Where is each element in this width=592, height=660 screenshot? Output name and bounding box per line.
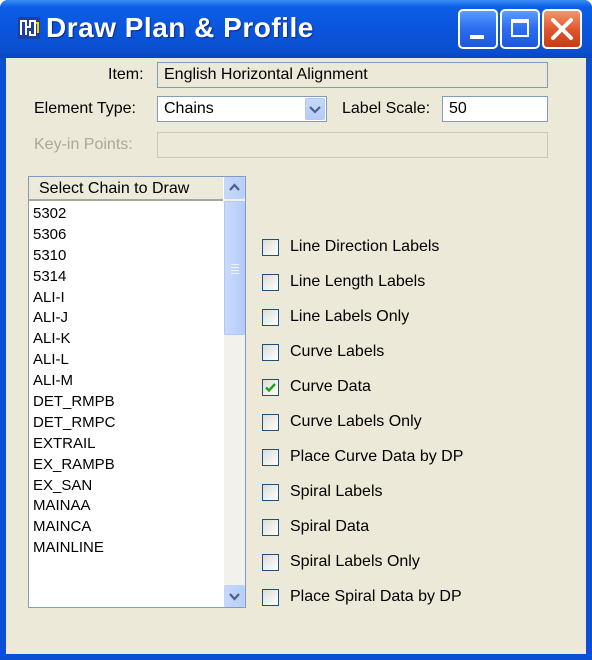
item-label: Item: <box>108 66 144 83</box>
keyin-points-field <box>157 132 548 158</box>
list-item[interactable]: 5310 <box>31 246 223 267</box>
scroll-down-button[interactable] <box>224 585 245 607</box>
chevron-down-icon <box>309 106 321 114</box>
checkbox[interactable] <box>262 239 279 256</box>
window-title: Draw Plan & Profile <box>46 12 314 43</box>
checkbox-label: Curve Labels <box>290 343 385 360</box>
checkbox-label: Line Direction Labels <box>290 238 440 255</box>
chain-listbox[interactable]: Select Chain to Draw 5302 5306 5310 5314… <box>28 176 246 608</box>
checkbox[interactable] <box>262 519 279 536</box>
checkbox[interactable] <box>262 414 279 431</box>
checkbox[interactable] <box>262 344 279 361</box>
close-icon <box>551 18 573 40</box>
checkbox[interactable] <box>262 589 279 606</box>
minimize-button[interactable] <box>458 9 498 49</box>
checkbox-label: Place Spiral Data by DP <box>290 588 462 605</box>
grip-line <box>231 264 239 265</box>
maximize-button[interactable] <box>500 9 540 49</box>
list-item[interactable]: MAINCA <box>31 517 223 538</box>
list-item[interactable]: DET_RMPC <box>31 413 223 434</box>
maximize-icon <box>511 19 529 37</box>
minimize-icon <box>470 35 484 39</box>
checkbox[interactable] <box>262 449 279 466</box>
element-type-select[interactable]: Chains <box>157 96 327 122</box>
checkbox[interactable] <box>262 484 279 501</box>
element-type-dropdown-button[interactable] <box>305 98 325 120</box>
list-item[interactable]: DET_RMPB <box>31 392 223 413</box>
chevron-down-icon <box>229 593 240 601</box>
chain-list-items: 5302 5306 5310 5314 ALI-I ALI-J ALI-K AL… <box>31 204 223 559</box>
list-item[interactable]: ALI-L <box>31 350 223 371</box>
close-button[interactable] <box>542 9 582 49</box>
checkbox-label: Spiral Labels Only <box>290 553 420 570</box>
list-header[interactable]: Select Chain to Draw <box>29 177 223 201</box>
list-item[interactable]: ALI-M <box>31 371 223 392</box>
checkbox[interactable] <box>262 554 279 571</box>
checkbox[interactable] <box>262 274 279 291</box>
checkbox-label: Line Length Labels <box>290 273 426 290</box>
checkbox-label: Spiral Labels <box>290 483 383 500</box>
grip-line <box>231 267 239 268</box>
grip-line <box>231 270 239 271</box>
item-field: English Horizontal Alignment <box>157 62 548 88</box>
app-logo-icon <box>18 17 40 39</box>
checkbox-label: Place Curve Data by DP <box>290 448 464 465</box>
scroll-up-button[interactable] <box>224 177 245 199</box>
checkbox-label: Spiral Data <box>290 518 370 535</box>
list-item[interactable]: 5314 <box>31 267 223 288</box>
vertical-scrollbar[interactable] <box>224 177 245 607</box>
list-item[interactable]: EXTRAIL <box>31 434 223 455</box>
list-item[interactable]: 5306 <box>31 225 223 246</box>
list-item[interactable]: ALI-J <box>31 308 223 329</box>
checkbox-label: Curve Data <box>290 378 371 395</box>
list-item[interactable]: MAINAA <box>31 496 223 517</box>
list-item[interactable]: EX_SAN <box>31 476 223 497</box>
checkbox-label: Curve Labels Only <box>290 413 422 430</box>
list-item[interactable]: ALI-I <box>31 288 223 309</box>
label-scale-label: Label Scale: <box>342 100 431 117</box>
checkmark-icon <box>265 383 276 393</box>
chevron-up-icon <box>229 183 240 191</box>
checkbox-label: Line Labels Only <box>290 308 410 325</box>
label-scale-input[interactable]: 50 <box>442 96 548 122</box>
list-item[interactable]: EX_RAMPB <box>31 455 223 476</box>
list-item[interactable]: 5302 <box>31 204 223 225</box>
grip-line <box>231 273 239 274</box>
list-item[interactable]: ALI-K <box>31 329 223 350</box>
checkbox[interactable] <box>262 309 279 326</box>
dialog-body: Item: English Horizontal Alignment Eleme… <box>6 58 586 654</box>
list-item[interactable]: MAINLINE <box>31 538 223 559</box>
scroll-thumb[interactable] <box>224 201 245 335</box>
checkbox[interactable] <box>262 379 279 396</box>
draw-plan-profile-dialog: Draw Plan & Profile Item: English Horizo… <box>0 0 592 660</box>
element-type-label: Element Type: <box>34 100 136 117</box>
title-bar[interactable]: Draw Plan & Profile <box>0 0 592 58</box>
element-type-value: Chains <box>164 100 214 117</box>
keyin-points-label: Key-in Points: <box>34 136 133 153</box>
